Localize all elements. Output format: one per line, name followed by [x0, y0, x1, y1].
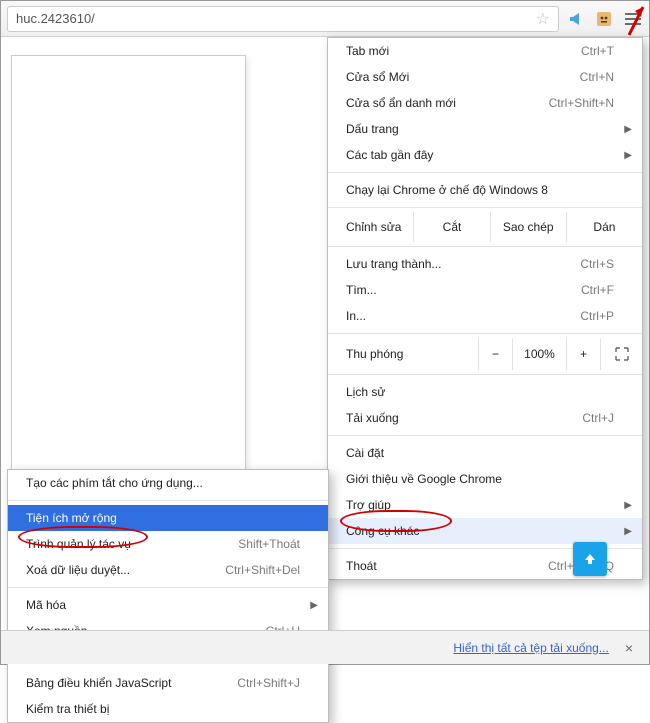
edit-paste-button[interactable]: Dán [566, 212, 642, 242]
menu-print[interactable]: In...Ctrl+P [328, 303, 642, 329]
chevron-right-icon: ▶ [624, 124, 632, 135]
menu-find[interactable]: Tìm...Ctrl+F [328, 277, 642, 303]
menu-recent-tabs[interactable]: Các tab gần đây▶ [328, 142, 642, 168]
zoom-value: 100% [512, 338, 566, 370]
menu-more-tools[interactable]: Công cụ khác▶ [328, 518, 642, 544]
menu-incognito[interactable]: Cửa sổ ẩn danh mớiCtrl+Shift+N [328, 90, 642, 116]
browser-toolbar: huc.2423610/ ☆ [1, 1, 649, 37]
edit-copy-button[interactable]: Sao chép [490, 212, 566, 242]
menu-new-window[interactable]: Cửa sổ MớiCtrl+N [328, 64, 642, 90]
menu-downloads[interactable]: Tải xuốngCtrl+J [328, 405, 642, 431]
submenu-encoding[interactable]: Mã hóa▶ [8, 592, 328, 618]
zoom-in-button[interactable]: + [566, 338, 600, 370]
fullscreen-button[interactable] [600, 338, 642, 370]
submenu-inspect-devices[interactable]: Kiểm tra thiết bị [8, 696, 328, 722]
menu-edit-row: Chỉnh sửa Cắt Sao chép Dán [328, 212, 642, 242]
menu-bookmarks[interactable]: Dấu trang▶ [328, 116, 642, 142]
zoom-out-button[interactable]: − [478, 338, 512, 370]
menu-help[interactable]: Trợ giúp▶ [328, 492, 642, 518]
edit-label: Chỉnh sửa [328, 220, 413, 234]
submenu-task-manager[interactable]: Trình quản lý tác vụShift+Thoát [8, 531, 328, 557]
hamburger-menu-icon[interactable] [623, 10, 643, 28]
menu-save-as[interactable]: Lưu trang thành...Ctrl+S [328, 251, 642, 277]
chevron-right-icon: ▶ [624, 526, 632, 537]
menu-history[interactable]: Lịch sử [328, 379, 642, 405]
page-panel [11, 55, 246, 475]
chevron-right-icon: ▶ [624, 150, 632, 161]
menu-relaunch-windows8[interactable]: Chạy lại Chrome ở chế độ Windows 8 [328, 177, 642, 203]
show-all-downloads-link[interactable]: Hiển thị tất cả tệp tải xuống... [453, 641, 608, 655]
arrow-up-icon [582, 551, 598, 567]
more-tools-submenu: Tạo các phím tắt cho ứng dụng... Tiện íc… [7, 469, 329, 723]
fullscreen-icon [615, 347, 629, 361]
menu-about-chrome[interactable]: Giới thiệu về Google Chrome [328, 466, 642, 492]
close-downloads-bar-button[interactable]: × [619, 640, 639, 656]
extension-face-icon[interactable] [595, 10, 613, 28]
submenu-create-shortcuts[interactable]: Tạo các phím tắt cho ứng dụng... [8, 470, 328, 496]
menu-zoom-row: Thu phóng − 100% + [328, 338, 642, 370]
submenu-js-console[interactable]: Bảng điều khiển JavaScriptCtrl+Shift+J [8, 670, 328, 696]
bookmark-star-icon[interactable]: ☆ [536, 9, 550, 29]
chevron-right-icon: ▶ [624, 500, 632, 511]
submenu-extensions[interactable]: Tiện ích mở rộng [8, 505, 328, 531]
downloads-bar: Hiển thị tất cả tệp tải xuống... × [1, 630, 649, 664]
address-bar[interactable]: huc.2423610/ ☆ [7, 6, 559, 32]
scroll-to-top-button[interactable] [573, 542, 607, 576]
menu-new-tab[interactable]: Tab mớiCtrl+T [328, 38, 642, 64]
url-text: huc.2423610/ [16, 11, 95, 26]
edit-cut-button[interactable]: Cắt [413, 212, 489, 242]
submenu-clear-browsing-data[interactable]: Xoá dữ liệu duyệt...Ctrl+Shift+Del [8, 557, 328, 583]
menu-settings[interactable]: Cài đặt [328, 440, 642, 466]
zoom-label: Thu phóng [328, 347, 415, 361]
chevron-right-icon: ▶ [310, 600, 318, 611]
chrome-main-menu: Tab mớiCtrl+T Cửa sổ MớiCtrl+N Cửa sổ ẩn… [327, 37, 643, 580]
extension-megaphone-icon[interactable] [567, 10, 585, 28]
